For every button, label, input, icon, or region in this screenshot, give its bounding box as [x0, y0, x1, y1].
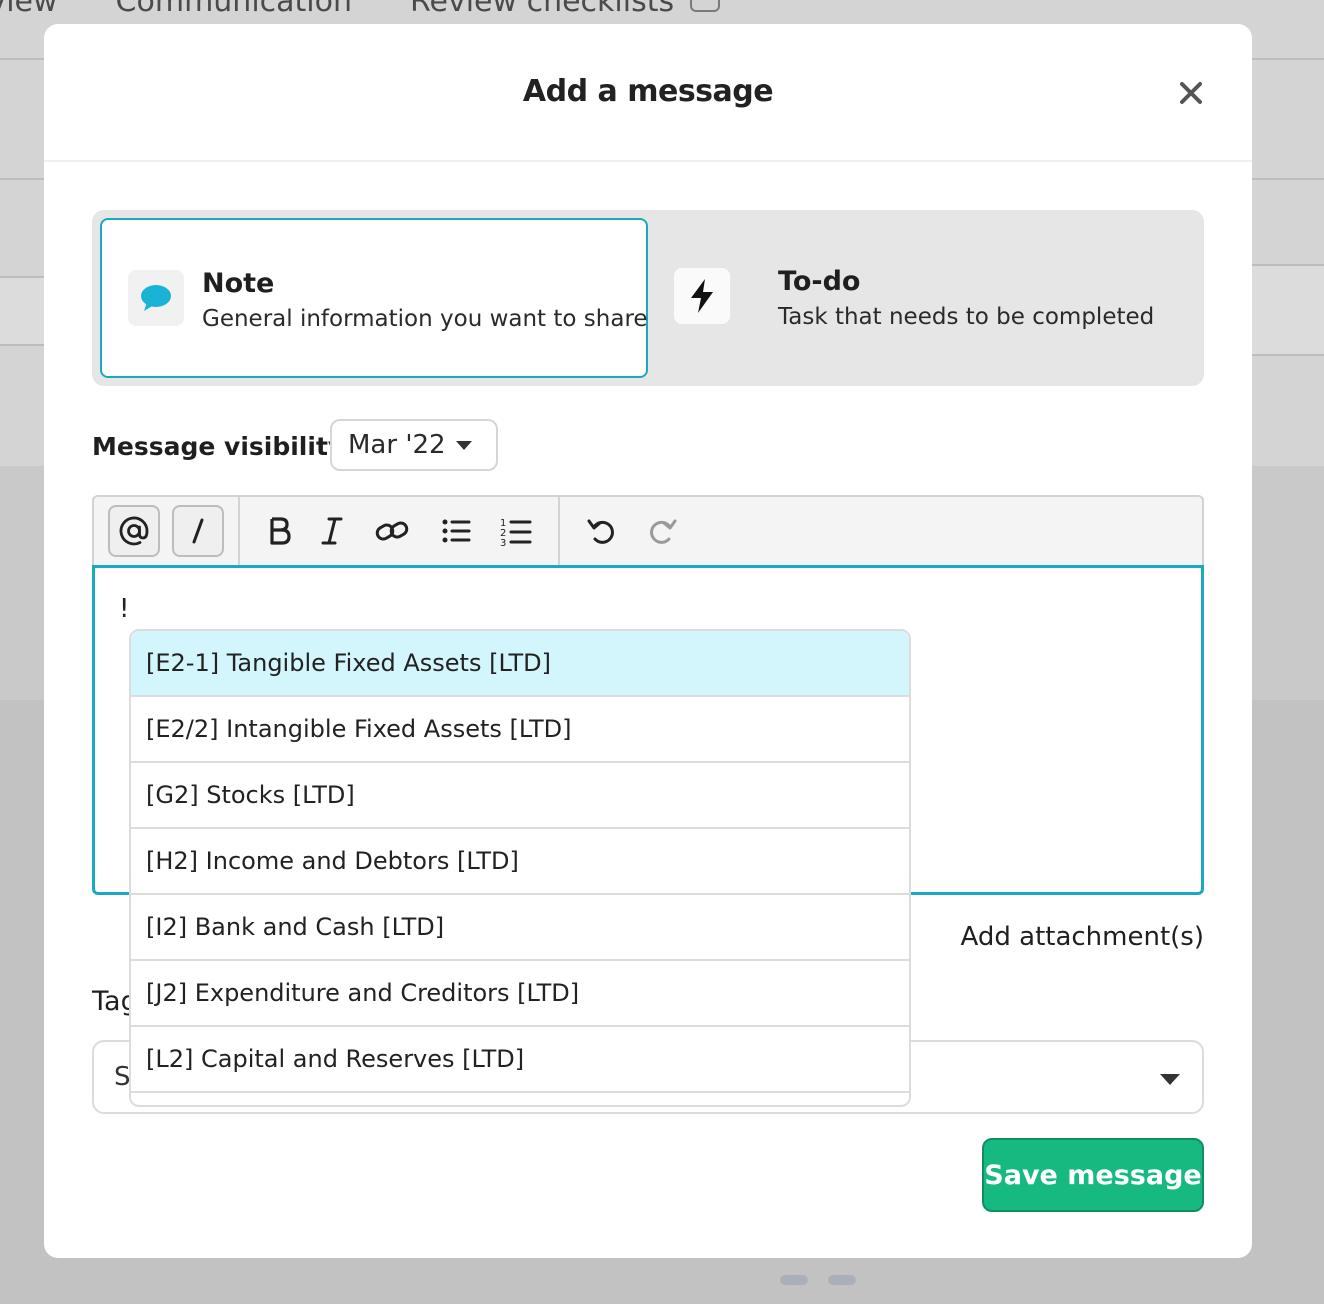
background-tabs: eview Communication Review checklists	[0, 0, 721, 19]
background-tab: eview	[0, 0, 58, 19]
suggestion-item[interactable]: [E2-1] Tangible Fixed Assets [LTD]	[131, 631, 909, 697]
editor-toolbar: 123	[92, 495, 1204, 565]
background-box	[0, 276, 50, 346]
link-icon[interactable]	[366, 505, 418, 557]
visibility-value: Mar '22	[348, 430, 446, 460]
visibility-label: Message visibility	[92, 432, 345, 461]
redo-icon[interactable]	[636, 505, 688, 557]
background-tab: Communication	[115, 0, 353, 19]
editor-text: !	[119, 594, 130, 624]
illustration-feet	[780, 1255, 860, 1285]
suggestion-item[interactable]: [J2] Expenditure and Creditors [LTD]	[131, 961, 909, 1027]
modal-title: Add a message	[522, 74, 774, 109]
message-type-switch: Note General information you want to sha…	[92, 210, 1204, 386]
type-option-todo[interactable]: To-do Task that needs to be completed	[654, 218, 1194, 378]
mention-suggestions: [E2-1] Tangible Fixed Assets [LTD] [E2/2…	[129, 629, 911, 1107]
toolbar-separator	[558, 497, 560, 565]
add-attachment-link[interactable]: Add attachment(s)	[961, 922, 1204, 952]
type-option-subtitle: General information you want to share	[202, 306, 648, 332]
numbered-list-icon[interactable]: 123	[490, 505, 542, 557]
save-message-button[interactable]: Save message	[982, 1138, 1204, 1212]
type-option-note[interactable]: Note General information you want to sha…	[100, 218, 648, 378]
toolbar-separator	[238, 497, 240, 565]
modal-header: Add a message	[44, 24, 1252, 162]
svg-text:3: 3	[500, 538, 506, 546]
bold-icon[interactable]	[254, 505, 306, 557]
suggestion-item[interactable]: [I2] Bank and Cash [LTD]	[131, 895, 909, 961]
type-option-title: Note	[202, 268, 275, 299]
suggestion-item[interactable]: [G2] Stocks [LTD]	[131, 763, 909, 829]
caret-down-icon	[456, 441, 472, 450]
speech-bubble-icon	[128, 270, 184, 326]
suggestion-item[interactable]: [H2] Income and Debtors [LTD]	[131, 829, 909, 895]
visibility-select[interactable]: Mar '22	[330, 419, 498, 471]
chevron-down-icon	[690, 0, 721, 12]
close-icon[interactable]	[1174, 76, 1208, 110]
type-option-subtitle: Task that needs to be completed	[778, 304, 1155, 330]
italic-icon[interactable]	[306, 505, 358, 557]
mention-icon[interactable]	[108, 505, 160, 557]
bullet-list-icon[interactable]	[430, 505, 482, 557]
undo-icon[interactable]	[576, 505, 628, 557]
caret-down-icon	[1160, 1074, 1180, 1085]
suggestion-item[interactable]: [L2] Capital and Reserves [LTD]	[131, 1027, 909, 1093]
type-option-title: To-do	[778, 266, 861, 297]
slash-icon[interactable]	[172, 505, 224, 557]
background-tab: Review checklists	[410, 0, 721, 19]
lightning-bolt-icon	[674, 268, 730, 324]
suggestion-item[interactable]: [E2/2] Intangible Fixed Assets [LTD]	[131, 697, 909, 763]
